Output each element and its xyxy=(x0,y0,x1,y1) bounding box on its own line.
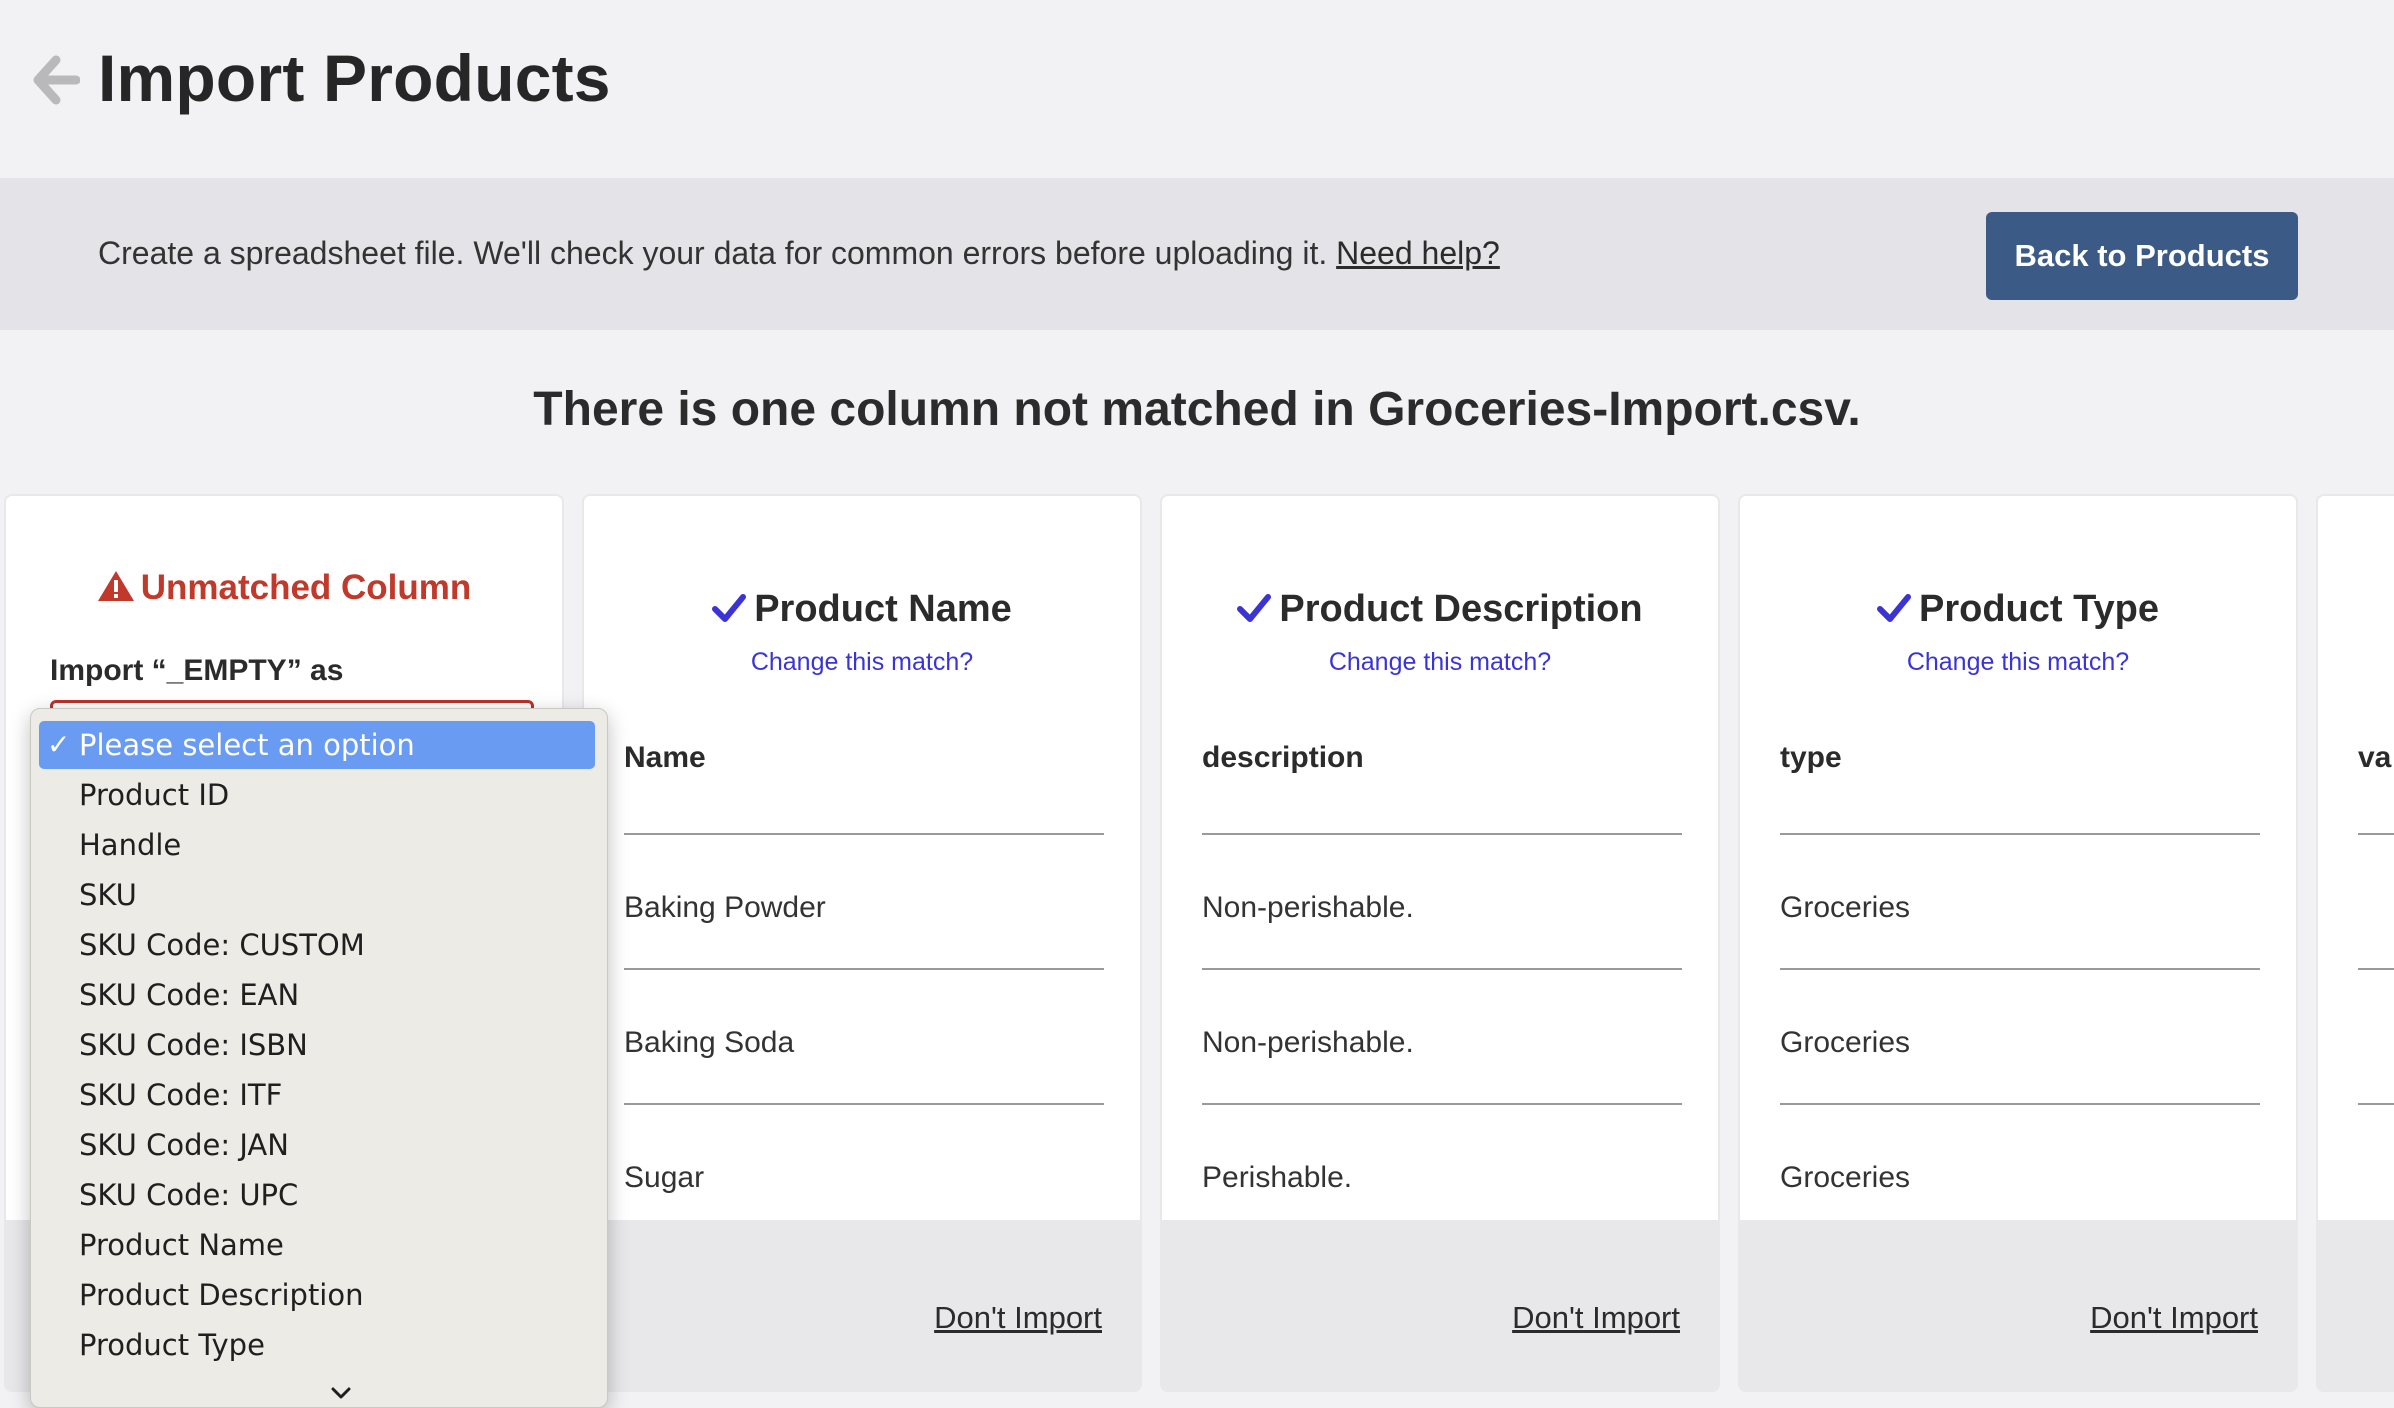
matched-column-title: Product Type xyxy=(1740,588,2296,631)
column-match-dropdown[interactable]: ✓ Please select an option Product ID Han… xyxy=(30,708,608,1408)
row-divider xyxy=(624,1103,1104,1105)
table-cell: Baking Soda xyxy=(624,1026,795,1059)
card-body: va xyxy=(2318,496,2394,1220)
matched-title-label: Product Type xyxy=(1919,588,2159,630)
checkmark-icon xyxy=(1237,594,1272,622)
dropdown-option[interactable]: SKU xyxy=(39,871,595,919)
card-footer: Don't Import xyxy=(1160,1220,1720,1392)
matched-title-label: Product Name xyxy=(754,588,1012,630)
row-divider xyxy=(1202,833,1682,835)
table-cell: Groceries xyxy=(1780,1161,1911,1194)
card-footer: Don't Import xyxy=(1738,1220,2298,1392)
change-match-link[interactable]: Change this match? xyxy=(584,648,1140,677)
matched-title-label: Product Description xyxy=(1279,588,1643,630)
import-as-label: Import “_EMPTY” as xyxy=(50,654,344,687)
column-header-cell: va xyxy=(2358,741,2392,774)
dont-import-link[interactable]: Don't Import xyxy=(1512,1300,1680,1336)
dropdown-option[interactable]: Product Type xyxy=(39,1321,595,1369)
dropdown-option[interactable]: Product ID xyxy=(39,771,595,819)
dropdown-option[interactable]: SKU Code: CUSTOM xyxy=(39,921,595,969)
column-header-cell: description xyxy=(1202,741,1364,774)
row-divider xyxy=(1780,1103,2260,1105)
column-card-product-type: Product Type Change this match? type Gro… xyxy=(1738,494,2298,1392)
dont-import-link[interactable]: Don't Import xyxy=(2090,1300,2258,1336)
dropdown-option[interactable]: SKU Code: EAN xyxy=(39,971,595,1019)
unmatched-title-label: Unmatched Column xyxy=(140,568,472,607)
matched-column-title: Product Description xyxy=(1162,588,1718,631)
column-card-partial: va xyxy=(2316,494,2394,1392)
card-footer: Don't Import xyxy=(582,1220,1142,1392)
column-header-cell: type xyxy=(1780,741,1842,774)
dropdown-option[interactable]: Product Name xyxy=(39,1221,595,1269)
page-title: Import Products xyxy=(98,41,611,115)
dont-import-link[interactable]: Don't Import xyxy=(934,1300,1102,1336)
row-divider xyxy=(1780,968,2260,970)
row-divider xyxy=(2358,833,2394,835)
card-body: Product Type Change this match? type Gro… xyxy=(1740,496,2296,1220)
row-divider xyxy=(2358,1103,2394,1105)
info-message: Create a spreadsheet file. We'll check y… xyxy=(98,235,1328,271)
info-bar: Create a spreadsheet file. We'll check y… xyxy=(0,178,2394,330)
dropdown-option[interactable]: Handle xyxy=(39,821,595,869)
column-card-product-name: Product Name Change this match? Name Bak… xyxy=(582,494,1142,1392)
column-header-cell: Name xyxy=(624,741,706,774)
warning-icon xyxy=(97,571,134,601)
row-divider xyxy=(1780,833,2260,835)
card-body: Product Name Change this match? Name Bak… xyxy=(584,496,1140,1220)
table-cell: Baking Powder xyxy=(624,891,826,924)
dropdown-option[interactable]: Product Description xyxy=(39,1271,595,1319)
card-body: Product Description Change this match? d… xyxy=(1162,496,1718,1220)
row-divider xyxy=(624,968,1104,970)
need-help-link[interactable]: Need help? xyxy=(1336,235,1500,271)
checkmark-icon xyxy=(712,594,747,622)
row-divider xyxy=(2358,968,2394,970)
back-to-products-button[interactable]: Back to Products xyxy=(1986,212,2298,300)
matched-column-title: Product Name xyxy=(584,588,1140,631)
checkmark-icon xyxy=(1877,594,1911,622)
page-header: Import Products xyxy=(0,0,2394,178)
unmatched-column-title: Unmatched Column xyxy=(6,568,562,608)
dropdown-option[interactable]: SKU Code: JAN xyxy=(39,1121,595,1169)
back-arrow-icon[interactable] xyxy=(30,52,80,108)
column-card-product-description: Product Description Change this match? d… xyxy=(1160,494,1720,1392)
chevron-down-icon[interactable] xyxy=(329,1385,353,1401)
row-divider xyxy=(1202,968,1682,970)
option-label: Please select an option xyxy=(79,728,415,762)
check-icon: ✓ xyxy=(47,728,71,761)
table-cell: Groceries xyxy=(1780,891,1911,924)
info-text: Create a spreadsheet file. We'll check y… xyxy=(98,235,1500,272)
table-cell: Sugar xyxy=(624,1161,705,1194)
row-divider xyxy=(1202,1103,1682,1105)
change-match-link[interactable]: Change this match? xyxy=(1162,648,1718,677)
table-cell: Groceries xyxy=(1780,1026,1911,1059)
table-cell: Non-perishable. xyxy=(1202,1026,1414,1059)
dropdown-option[interactable]: SKU Code: ITF xyxy=(39,1071,595,1119)
change-match-link[interactable]: Change this match? xyxy=(1740,648,2296,677)
dropdown-option-selected[interactable]: ✓ Please select an option xyxy=(39,721,595,769)
table-cell: Perishable. xyxy=(1202,1161,1353,1194)
dropdown-option[interactable]: SKU Code: ISBN xyxy=(39,1021,595,1069)
table-cell: Non-perishable. xyxy=(1202,891,1414,924)
row-divider xyxy=(624,833,1104,835)
status-heading: There is one column not matched in Groce… xyxy=(533,383,1861,436)
dropdown-option[interactable]: SKU Code: UPC xyxy=(39,1171,595,1219)
card-footer xyxy=(2316,1220,2394,1392)
